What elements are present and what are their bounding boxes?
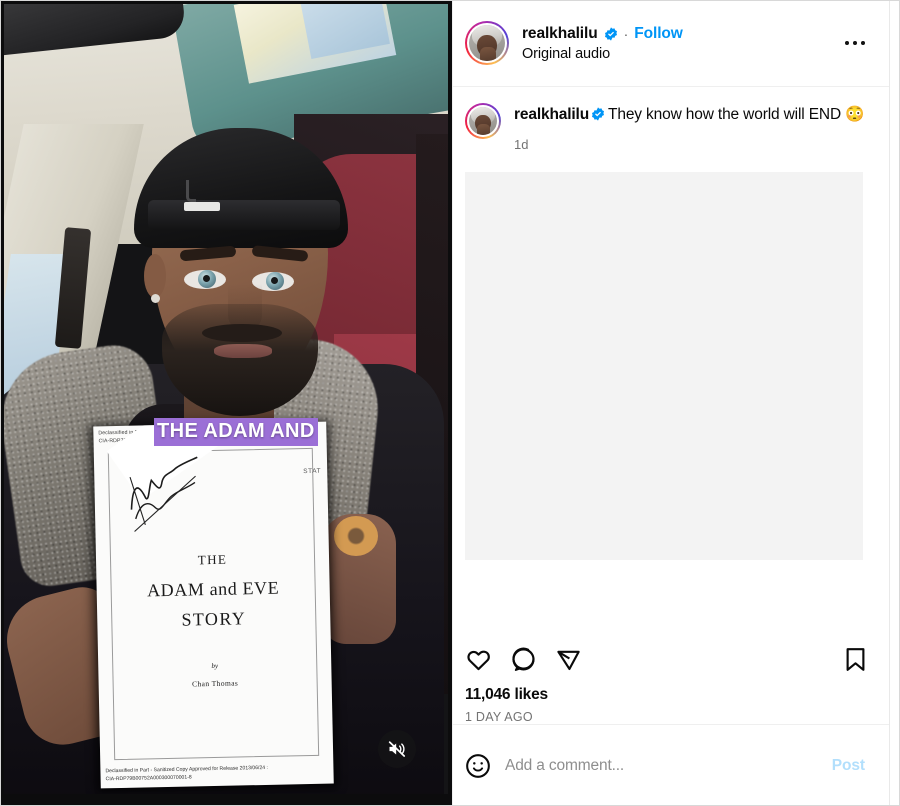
earring: [151, 294, 160, 303]
more-dot: [853, 41, 857, 45]
audio-label[interactable]: Original audio: [522, 46, 683, 62]
avatar-image: [468, 106, 498, 136]
likes-count[interactable]: 11,046 likes: [465, 686, 869, 704]
mute-toggle-button[interactable]: [378, 730, 416, 768]
post-time-ago: 1 DAY AGO: [465, 710, 533, 724]
video-caption-overlay: THE ADAM AND: [154, 418, 318, 446]
cap-hook-detail: [186, 180, 196, 202]
document-title-story: STORY: [181, 608, 247, 630]
action-buttons-row: [465, 634, 869, 684]
post-actions: 11,046 likes 1 DAY AGO: [453, 626, 889, 724]
header-separator: ·: [623, 25, 629, 42]
video-player[interactable]: Declassified in Part - Sanitized Copy Ap…: [0, 0, 452, 806]
smiley-face-icon: [466, 753, 490, 778]
heart-icon: [467, 650, 490, 670]
comment-button[interactable]: [510, 646, 537, 673]
document-title-block: THE ADAM and EVE STORY by Chan Thomas: [96, 550, 332, 691]
header-username-row: realkhalilu · Follow: [522, 25, 683, 43]
cap-strap-band: [148, 200, 340, 230]
avatar-hand: [477, 124, 490, 136]
document-stat-mark: STAT: [303, 467, 322, 476]
avatar-inner-ring: [467, 23, 507, 63]
muted-speaker-icon: [388, 741, 406, 757]
comment-body: realkhalilu They know how the world will…: [514, 103, 869, 152]
add-comment-input[interactable]: [505, 756, 814, 775]
post-details-panel: realkhalilu · Follow Original audio real…: [452, 0, 900, 806]
mustache: [202, 324, 282, 342]
lips: [214, 344, 272, 358]
document-footer-stamp: Declassified in Part - Sanitized Copy Ap…: [105, 764, 329, 784]
more-options-button[interactable]: [841, 33, 869, 53]
video-frame[interactable]: Declassified in Part - Sanitized Copy Ap…: [4, 4, 448, 794]
header-avatar[interactable]: [465, 21, 509, 65]
comment-timestamp: 1d: [514, 136, 529, 152]
bookmark-icon: [846, 647, 865, 671]
verified-badge-icon: [592, 107, 605, 121]
held-object: [334, 516, 378, 556]
add-comment-bar: Post: [453, 724, 889, 806]
post-header: realkhalilu · Follow Original audio: [453, 0, 889, 87]
person-ear: [144, 254, 166, 298]
media-loading-placeholder: [465, 171, 863, 560]
more-dot: [845, 41, 849, 45]
cap-label-tag: [184, 202, 220, 211]
comment-avatar[interactable]: [465, 103, 501, 139]
paper-plane-icon: [557, 650, 580, 670]
comment-username[interactable]: realkhalilu: [514, 106, 589, 123]
share-button[interactable]: [555, 646, 582, 673]
pupil-left: [203, 275, 210, 282]
like-button[interactable]: [465, 646, 492, 673]
emoji-picker-button[interactable]: [465, 753, 491, 779]
instagram-post-view: Declassified in Part - Sanitized Copy Ap…: [0, 0, 900, 806]
post-comment-button[interactable]: Post: [828, 753, 869, 779]
document-title-adam-eve: ADAM and EVE: [146, 577, 280, 601]
pupil-right: [271, 277, 278, 284]
more-dot: [861, 41, 865, 45]
comment-text: They know how the world will END 😳: [608, 106, 865, 123]
comment-bubble-icon: [512, 647, 535, 671]
panel-right-border: [889, 0, 890, 806]
follow-button[interactable]: Follow: [634, 25, 683, 43]
avatar-hand: [479, 47, 496, 62]
header-username[interactable]: realkhalilu: [522, 25, 598, 43]
document-title-the: THE: [197, 551, 228, 568]
avatar-image: [468, 24, 506, 62]
verified-badge-icon: [604, 26, 617, 41]
declassified-document: Declassified in Part - Sanitized Copy Ap…: [93, 421, 334, 789]
comment-text-line: realkhalilu They know how the world will…: [514, 103, 869, 127]
video-scene: Declassified in Part - Sanitized Copy Ap…: [4, 4, 448, 794]
header-text-block: realkhalilu · Follow Original audio: [522, 25, 683, 62]
avatar-inner-ring: [467, 105, 499, 137]
document-byline: by: [211, 661, 219, 671]
save-button[interactable]: [842, 646, 869, 673]
caption-comment: realkhalilu They know how the world will…: [465, 103, 869, 152]
comments-list[interactable]: realkhalilu They know how the world will…: [453, 87, 889, 626]
